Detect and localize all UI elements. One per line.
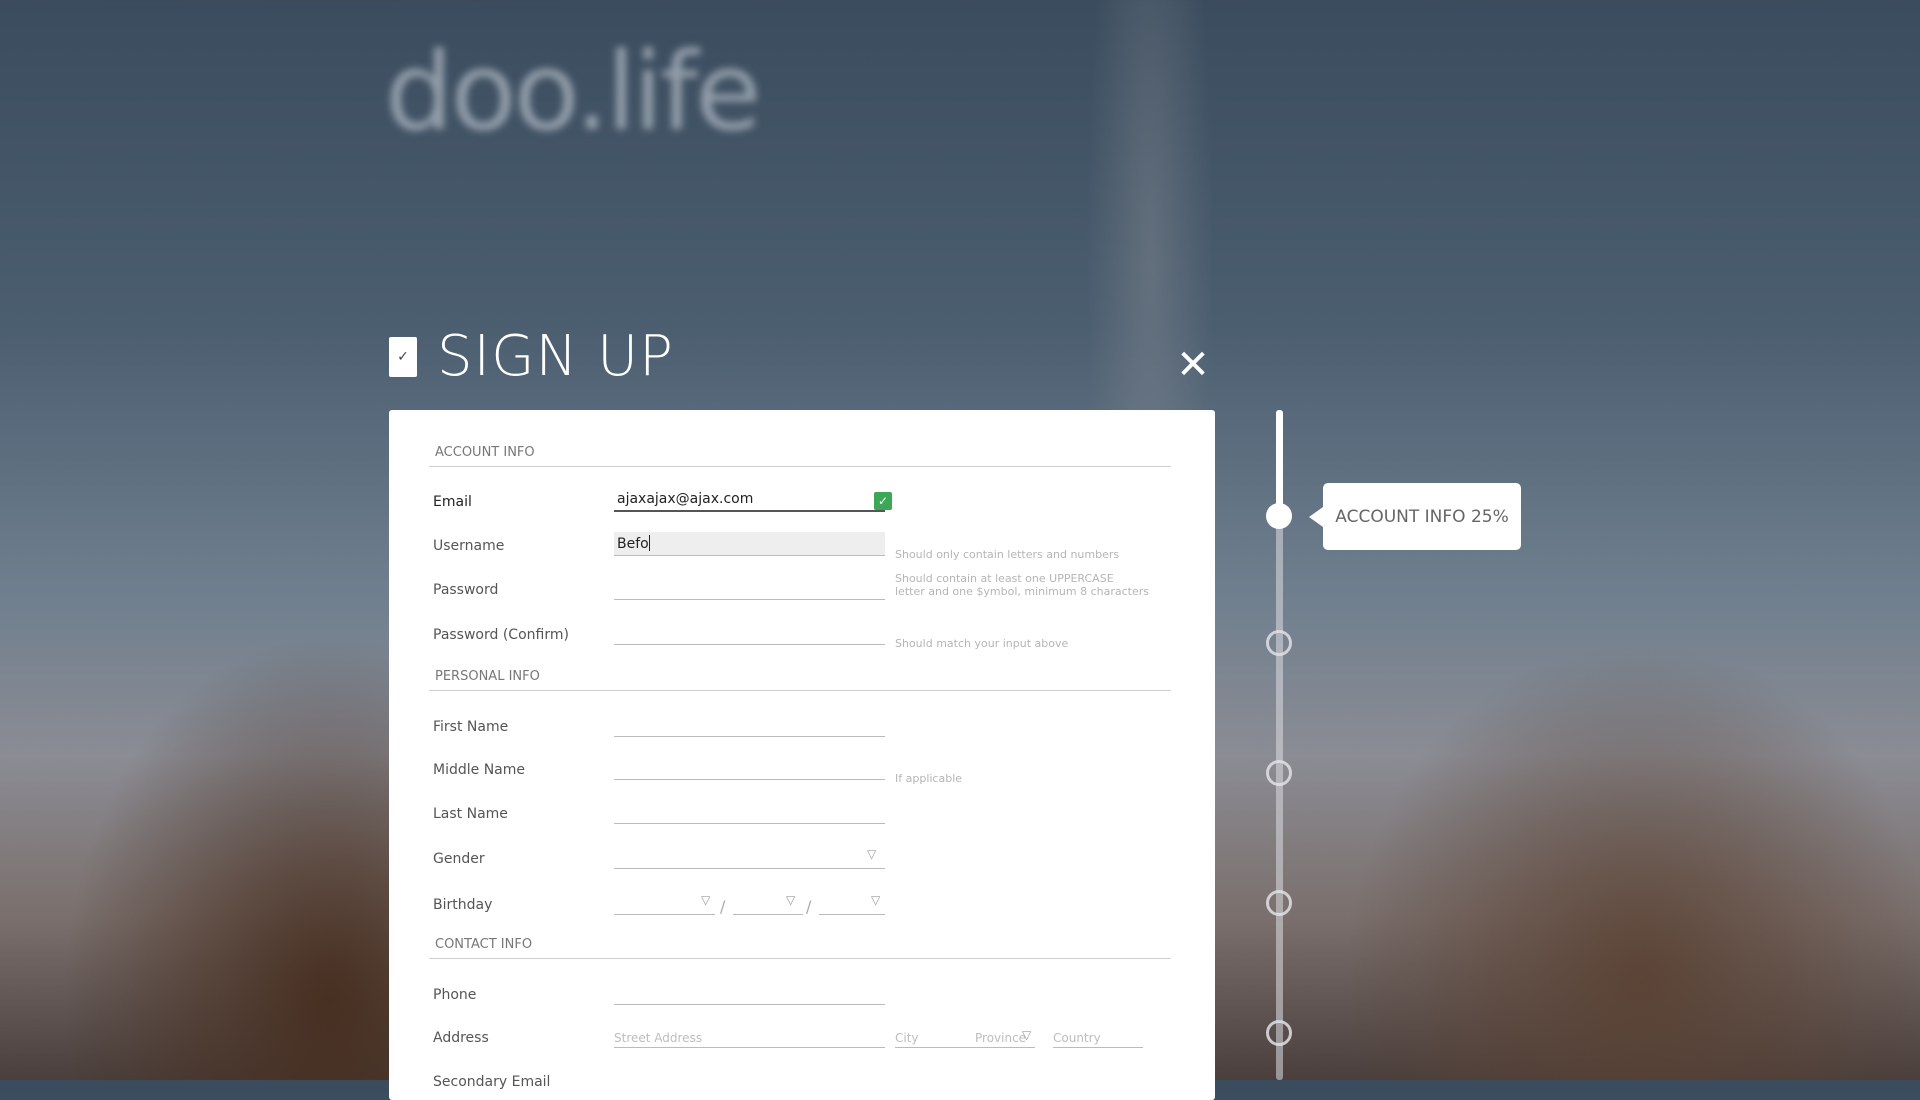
middle-name-label: Middle Name (433, 762, 525, 778)
text-cursor (648, 535, 650, 551)
username-label: Username (433, 538, 505, 554)
first-name-field[interactable] (614, 713, 885, 737)
signup-header: ✓ SIGN UP (389, 324, 674, 389)
section-title: ACCOUNT INFO (435, 445, 535, 460)
chevron-down-icon[interactable]: ▽ (786, 893, 795, 907)
password-confirm-label: Password (Confirm) (433, 627, 569, 643)
row-password-confirm: Password (Confirm) Should match your inp… (433, 617, 1173, 653)
middle-name-field[interactable] (614, 756, 885, 780)
email-field[interactable]: ajaxajax@ajax.com (614, 488, 885, 512)
close-button[interactable]: ✕ (1176, 345, 1210, 385)
chevron-down-icon[interactable]: ▽ (867, 847, 876, 861)
gender-label: Gender (433, 851, 485, 867)
date-separator: / (806, 897, 812, 916)
username-hint: Should only contain letters and numbers (895, 548, 1120, 561)
page-title: SIGN UP (437, 324, 674, 389)
row-password: Password Should contain at least one UPP… (433, 572, 1173, 608)
checkbox-icon: ✓ (389, 336, 417, 377)
progress-node-account[interactable] (1266, 503, 1292, 529)
middle-name-hint: If applicable (895, 772, 963, 785)
progress-node-contact[interactable] (1266, 760, 1292, 786)
section-personal-info: PERSONAL INFO (429, 666, 1171, 691)
section-title: CONTACT INFO (435, 937, 533, 952)
chevron-down-icon[interactable]: ▽ (701, 893, 710, 907)
signup-form: ACCOUNT INFO Email ajaxajax@ajax.com ✓ U… (389, 410, 1215, 1100)
gender-select[interactable] (614, 845, 885, 869)
password-hint-1: Should contain at least one UPPERCASE (895, 572, 1114, 585)
secondary-email-label: Secondary Email (433, 1074, 551, 1090)
password-confirm-field[interactable] (614, 621, 885, 645)
username-value: Befo (617, 536, 649, 552)
password-confirm-hint: Should match your input above (895, 637, 1069, 650)
row-first-name: First Name (433, 709, 1173, 745)
progress-node-step-4[interactable] (1266, 890, 1292, 916)
phone-label: Phone (433, 987, 477, 1003)
password-label: Password (433, 582, 499, 598)
password-field[interactable] (614, 576, 885, 600)
row-last-name: Last Name (433, 796, 1173, 832)
row-phone: Phone (433, 977, 1173, 1013)
logo: doo.life (385, 30, 762, 155)
progress-node-personal[interactable] (1266, 630, 1292, 656)
birthday-month-select[interactable] (614, 891, 715, 915)
row-email: Email ajaxajax@ajax.com ✓ (433, 484, 1173, 520)
password-hint-2: letter and one $ymbol, minimum 8 charact… (895, 585, 1149, 598)
email-label: Email (433, 494, 472, 510)
section-account-info: ACCOUNT INFO (429, 442, 1171, 467)
street-placeholder: Street Address (614, 1031, 703, 1045)
phone-field[interactable] (614, 981, 885, 1005)
row-gender: Gender ▽ (433, 841, 1173, 877)
progress-fill (1276, 410, 1283, 516)
username-field[interactable]: Befo (614, 532, 885, 556)
row-middle-name: Middle Name If applicable (433, 752, 1173, 788)
date-separator: / (720, 897, 726, 916)
progress-tooltip: ACCOUNT INFO 25% (1309, 483, 1521, 550)
first-name-label: First Name (433, 719, 509, 735)
row-username: Username Befo Should only contain letter… (433, 528, 1173, 564)
province-placeholder: Province (975, 1031, 1027, 1045)
section-contact-info: CONTACT INFO (429, 934, 1171, 959)
valid-check-icon: ✓ (874, 492, 892, 510)
chevron-down-icon[interactable]: ▽ (871, 893, 880, 907)
last-name-label: Last Name (433, 806, 508, 822)
address-label: Address (433, 1030, 489, 1046)
progress-node-step-5[interactable] (1266, 1020, 1292, 1046)
birthday-label: Birthday (433, 897, 493, 913)
section-title: PERSONAL INFO (435, 669, 540, 684)
city-placeholder: City (895, 1031, 919, 1045)
row-birthday: Birthday ▽ / ▽ / ▽ (433, 887, 1173, 923)
last-name-field[interactable] (614, 800, 885, 824)
row-address: Address Street Address City Province ▽ C… (433, 1020, 1173, 1056)
chevron-down-icon[interactable]: ▽ (1022, 1028, 1031, 1042)
country-placeholder: Country (1053, 1031, 1101, 1045)
row-secondary-email: Secondary Email (433, 1064, 1173, 1100)
